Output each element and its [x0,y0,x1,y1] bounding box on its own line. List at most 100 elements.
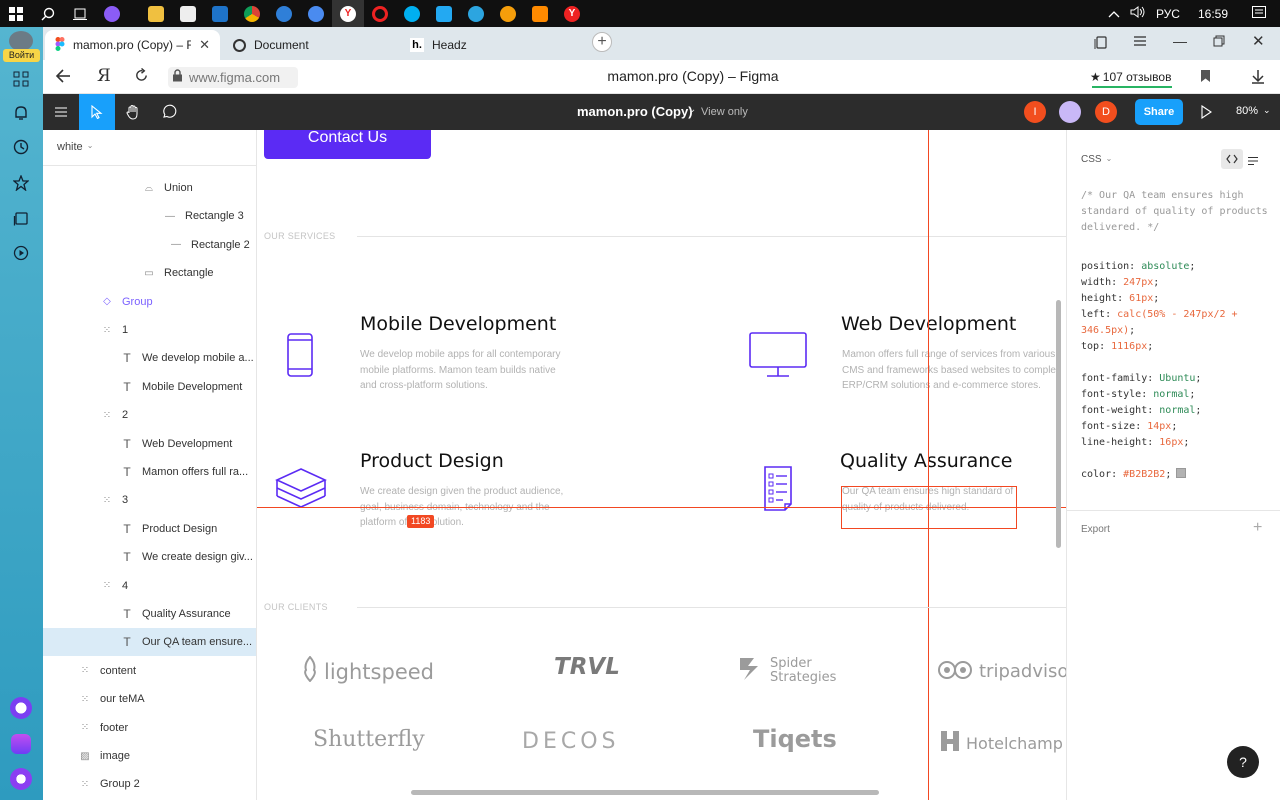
windows-start-icon[interactable] [0,0,32,27]
figma-toolbar: mamon.pro (Copy) ⌄ View only I D Share 8… [43,94,1280,130]
tab-headz[interactable]: h. Headz [400,30,575,60]
history-clock-icon[interactable] [9,135,33,159]
store-icon[interactable] [172,0,204,27]
contact-us-button[interactable]: Contact Us [264,130,431,159]
login-button[interactable]: Войти [3,49,40,62]
layer-row[interactable]: T Quality Assurance [43,600,256,628]
layer-row[interactable]: T Mobile Development [43,373,256,401]
layer-row[interactable]: ⁙ 1 [43,316,256,344]
opera-icon[interactable] [364,0,396,27]
css-key: height [1081,293,1118,304]
layer-row[interactable]: ⁙ 4 [43,572,256,600]
notifications-icon[interactable] [1252,6,1266,21]
layer-row[interactable]: ⁙ Group 2 [43,770,256,798]
minimize-window-icon[interactable]: — [1173,33,1187,49]
layer-row[interactable]: T Product Design [43,515,256,543]
services-grid-icon[interactable] [9,67,33,91]
download-icon[interactable] [1251,69,1265,89]
layer-label: Our QA team ensure... [142,636,253,649]
layer-row[interactable]: ▭ Rectangle [43,259,256,287]
edge-icon[interactable] [268,0,300,27]
menu-icon[interactable] [1133,34,1147,53]
layer-row[interactable]: T Our QA team ensure... [43,628,256,657]
tab-figma[interactable]: mamon.pro (Copy) – Fig ✕ [45,30,220,60]
layer-row[interactable]: — Rectangle 2 [43,231,256,259]
tab-collections-icon[interactable] [1093,34,1109,55]
layer-row[interactable]: T Web Development [43,430,256,458]
comment-tool-icon[interactable] [151,94,187,130]
alice-icon[interactable] [9,696,33,720]
layer-row[interactable]: ⁙ content [43,657,256,685]
profile-avatar-icon[interactable] [9,31,33,51]
yandex-logo-icon[interactable]: Я [97,66,111,86]
app-orange-icon[interactable] [492,0,524,27]
layer-row[interactable]: ⁙ 3 [43,486,256,514]
code-view-icon[interactable] [1221,149,1243,169]
sublime-icon[interactable] [524,0,556,27]
new-tab-button[interactable]: + [592,32,612,52]
layer-row[interactable]: ⁙ our teMA [43,685,256,713]
back-arrow-icon[interactable] [55,68,71,89]
tab-document[interactable]: Document [223,30,393,60]
volume-icon[interactable] [1130,6,1146,21]
clock[interactable]: 16:59 [1198,7,1228,21]
share-button[interactable]: Share [1135,99,1183,125]
yandex-app-icon[interactable]: Y [556,0,588,27]
collections-icon[interactable] [9,207,33,231]
present-play-icon[interactable] [1200,104,1212,124]
layer-row[interactable]: T We develop mobile a... [43,344,256,372]
yandex-browser-icon[interactable]: Y [332,0,364,27]
help-button[interactable]: ? [1227,746,1259,778]
horizontal-scrollbar[interactable] [411,790,879,795]
chevron-up-icon[interactable] [1108,7,1120,21]
file-explorer-icon[interactable] [140,0,172,27]
move-tool-icon[interactable] [79,94,115,130]
firefox-icon[interactable] [300,0,332,27]
layer-row[interactable]: ⌓ Union [43,174,256,202]
layer-row[interactable]: ▨ image [43,742,256,770]
main-menu-icon[interactable] [43,94,79,130]
skype-icon[interactable] [396,0,428,27]
chrome-icon[interactable] [236,0,268,27]
reload-icon[interactable] [134,67,149,88]
bookmark-icon[interactable] [1200,69,1211,88]
file-name[interactable]: mamon.pro (Copy) [577,104,693,119]
bell-icon[interactable] [9,101,33,125]
close-window-icon[interactable]: ✕ [1252,32,1265,50]
url-field[interactable]: www.figma.com [168,67,298,88]
list-view-icon[interactable] [1247,153,1259,171]
chevron-down-icon[interactable]: ⌄ [688,104,696,115]
layer-row[interactable]: — Rectangle 3 [43,202,256,230]
vertical-scrollbar[interactable] [1056,300,1061,548]
avatar[interactable]: D [1095,101,1117,123]
lock-icon[interactable] [172,68,183,87]
restore-window-icon[interactable] [1213,34,1225,52]
zoom-dropdown[interactable]: 80% ⌄ [1236,105,1271,117]
mail-icon[interactable] [204,0,236,27]
layer-row[interactable]: ⁙ 2 [43,401,256,429]
layer-row[interactable]: ◇ Group [43,288,256,316]
avatar-anonymous[interactable] [1059,101,1081,123]
layer-label: Rectangle [164,267,214,280]
layer-row[interactable]: T We create design giv... [43,543,256,571]
vscode-icon[interactable] [428,0,460,27]
hand-tool-icon[interactable] [115,94,151,130]
layer-row[interactable]: ⁙ footer [43,714,256,742]
alice-app-icon[interactable] [96,0,128,27]
add-export-button[interactable]: + [1253,519,1262,537]
css-property: font-weight: normal; [1081,405,1202,416]
design-canvas[interactable]: Contact Us OUR SERVICES Mobile Developme… [257,130,1066,800]
task-view-icon[interactable] [64,0,96,27]
play-video-icon[interactable] [9,241,33,265]
layer-row[interactable]: T Mamon offers full ra... [43,458,256,486]
page-selector[interactable]: white ⌄ [57,141,93,153]
messenger-icon[interactable] [9,732,33,756]
telegram-icon[interactable] [460,0,492,27]
close-tab-icon[interactable]: ✕ [199,37,210,53]
bookmarks-star-icon[interactable] [9,171,33,195]
input-language[interactable]: РУС [1156,7,1180,21]
avatar[interactable]: I [1024,101,1046,123]
code-language-dropdown[interactable]: CSS ⌄ [1081,154,1112,165]
search-icon[interactable] [32,0,64,27]
alice-circle-icon[interactable] [9,767,33,791]
